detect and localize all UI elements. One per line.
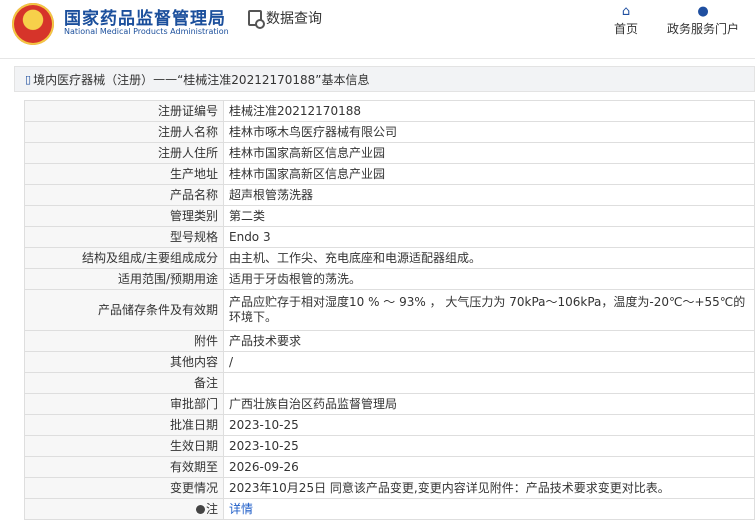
field-label: 注册证编号 bbox=[24, 100, 224, 122]
table-row: 生产地址 桂林市国家高新区信息产业园 bbox=[24, 163, 755, 185]
field-value: 适用于牙齿根管的荡洗。 bbox=[223, 268, 755, 290]
breadcrumb-separator: —— bbox=[153, 72, 178, 86]
field-value: 广西壮族自治区药品监督管理局 bbox=[223, 393, 755, 415]
field-label: 变更情况 bbox=[24, 477, 224, 499]
table-row: 备注 bbox=[24, 372, 755, 394]
table-row: 注册证编号 桂械注准20212170188 bbox=[24, 100, 755, 122]
breadcrumb-category: 境内医疗器械（注册） bbox=[33, 72, 154, 87]
field-label: 注册人名称 bbox=[24, 121, 224, 143]
table-row: 变更情况 2023年10月25日 同意该产品变更,变更内容详见附件：产品技术要求变… bbox=[24, 477, 755, 499]
field-label: 审批部门 bbox=[24, 393, 224, 415]
field-value bbox=[223, 372, 755, 394]
nav-service-label: 政务服务门户 bbox=[667, 22, 740, 36]
table-row: 审批部门 广西壮族自治区药品监督管理局 bbox=[24, 393, 755, 415]
field-value: 2023-10-25 bbox=[223, 435, 755, 457]
table-row: 管理类别 第二类 bbox=[24, 205, 755, 227]
field-value: 2023年10月25日 同意该产品变更,变更内容详见附件：产品技术要求变更对比表… bbox=[223, 477, 755, 499]
page-title: “桂械注准20212170188”基本信息 bbox=[177, 72, 370, 87]
field-label: 适用范围/预期用途 bbox=[24, 268, 224, 290]
field-value: 2023-10-25 bbox=[223, 414, 755, 436]
table-row: 型号规格 Endo 3 bbox=[24, 226, 755, 248]
org-name-cn: 国家药品监督管理局 bbox=[64, 9, 226, 29]
field-label: 有效期至 bbox=[24, 456, 224, 478]
field-label: 管理类别 bbox=[24, 205, 224, 227]
field-value: Endo 3 bbox=[223, 226, 755, 248]
field-label: 批准日期 bbox=[24, 414, 224, 436]
field-label: 生效日期 bbox=[24, 435, 224, 457]
table-row: 产品储存条件及有效期 产品应贮存于相对湿度10 % ～ 93% ， 大气压力为 7… bbox=[24, 289, 755, 331]
table-row: 适用范围/预期用途 适用于牙齿根管的荡洗。 bbox=[24, 268, 755, 290]
nav-home[interactable]: ⌂ 首页 bbox=[614, 4, 638, 37]
field-value: 桂械注准20212170188 bbox=[223, 100, 755, 122]
info-table: 注册证编号 桂械注准20212170188 注册人名称 桂林市啄木鸟医疗器械有限公司注… bbox=[24, 100, 755, 520]
table-row: 生效日期 2023-10-25 bbox=[24, 435, 755, 457]
nav-service-portal[interactable]: ● 政务服务门户 bbox=[667, 4, 739, 37]
document-search-icon bbox=[248, 10, 265, 29]
table-row: 附件 产品技术要求 bbox=[24, 330, 755, 352]
field-value: 由主机、工作尖、充电底座和电源适配器组成。 bbox=[223, 247, 755, 269]
table-row: 注详情 bbox=[24, 498, 755, 520]
details-link[interactable]: 详情 bbox=[229, 502, 253, 516]
data-query-link[interactable]: 数据查询 bbox=[248, 8, 322, 29]
field-label: 产品储存条件及有效期 bbox=[24, 289, 224, 331]
field-value: 详情 bbox=[223, 498, 755, 520]
field-label: 产品名称 bbox=[24, 184, 224, 206]
table-row: 注册人名称 桂林市啄木鸟医疗器械有限公司 bbox=[24, 121, 755, 143]
field-value: 产品应贮存于相对湿度10 % ～ 93% ， 大气压力为 70kPa～106kP… bbox=[223, 289, 755, 331]
data-query-label: 数据查询 bbox=[266, 11, 322, 27]
user-icon: ● bbox=[697, 4, 709, 19]
table-row: 有效期至 2026-09-26 bbox=[24, 456, 755, 478]
site-header: ★ 国家药品监督管理局 National Medical Products Ad… bbox=[0, 0, 755, 59]
field-label: 备注 bbox=[24, 372, 224, 394]
org-name-en: National Medical Products Administration bbox=[64, 27, 229, 36]
field-label: 其他内容 bbox=[24, 351, 224, 373]
table-row: 注册人住所 桂林市国家高新区信息产业园 bbox=[24, 142, 755, 164]
note-label: 注 bbox=[205, 501, 218, 516]
field-label: 生产地址 bbox=[24, 163, 224, 185]
field-label: 附件 bbox=[24, 330, 224, 352]
note-icon bbox=[195, 504, 205, 514]
field-value: 2026-09-26 bbox=[223, 456, 755, 478]
field-value: 第二类 bbox=[223, 205, 755, 227]
breadcrumb: ▯ 境内医疗器械（注册） —— “桂械注准20212170188”基本信息 bbox=[14, 66, 755, 92]
national-emblem-logo: ★ bbox=[12, 3, 54, 45]
nav-home-label: 首页 bbox=[614, 22, 639, 36]
field-label: 注册人住所 bbox=[24, 142, 224, 164]
field-value: 超声根管荡洗器 bbox=[223, 184, 755, 206]
field-label: 型号规格 bbox=[24, 226, 224, 248]
field-value: 桂林市啄木鸟医疗器械有限公司 bbox=[223, 121, 755, 143]
table-row: 结构及组成/主要组成成分 由主机、工作尖、充电底座和电源适配器组成。 bbox=[24, 247, 755, 269]
home-icon: ⌂ bbox=[621, 4, 631, 19]
table-row: 产品名称 超声根管荡洗器 bbox=[24, 184, 755, 206]
field-value: 产品技术要求 bbox=[223, 330, 755, 352]
field-label: 结构及组成/主要组成成分 bbox=[24, 247, 224, 269]
field-value: 桂林市国家高新区信息产业园 bbox=[223, 163, 755, 185]
table-row: 其他内容 / bbox=[24, 351, 755, 373]
field-value: 桂林市国家高新区信息产业园 bbox=[223, 142, 755, 164]
field-value: / bbox=[223, 351, 755, 373]
field-label: 注 bbox=[24, 498, 224, 520]
table-row: 批准日期 2023-10-25 bbox=[24, 414, 755, 436]
document-icon: ▯ bbox=[25, 72, 32, 86]
